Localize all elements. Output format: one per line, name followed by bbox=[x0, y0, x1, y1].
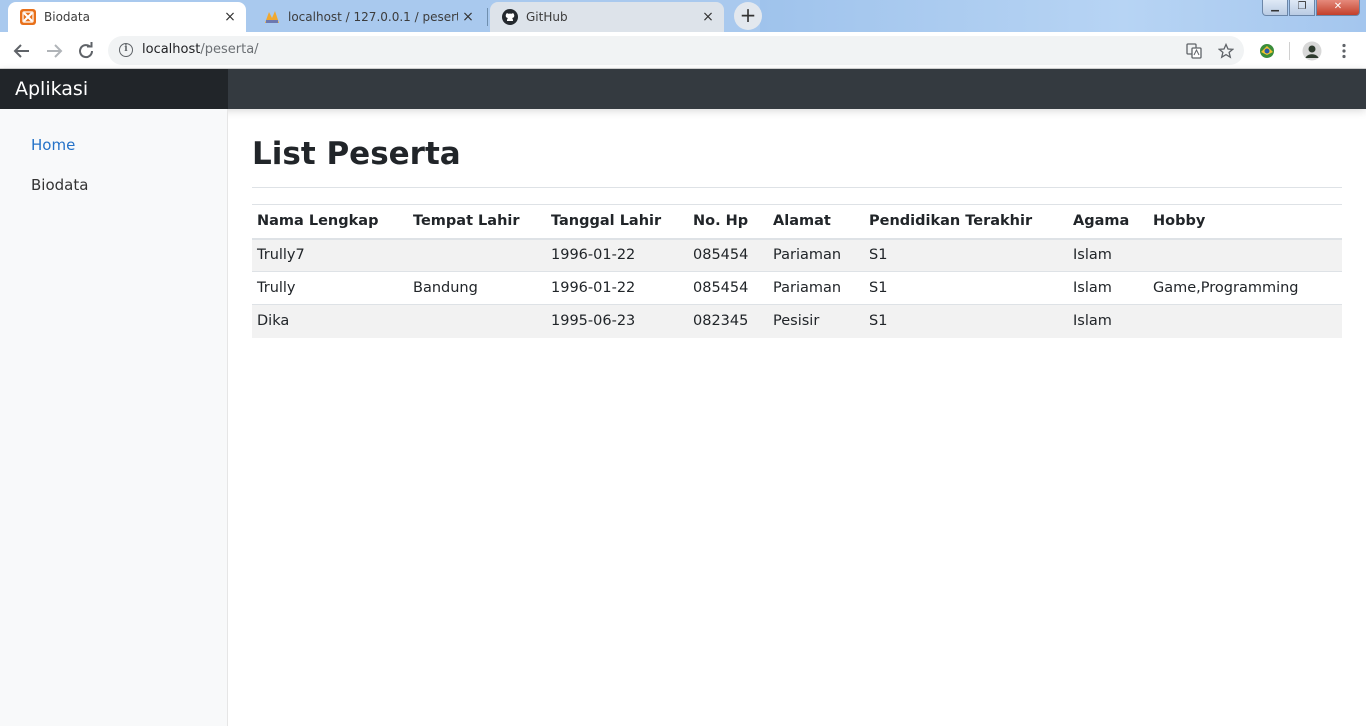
tab-biodata[interactable]: Biodata × bbox=[8, 2, 246, 32]
browser-tab-strip: Biodata × localhost / 127.0.0.1 / pesert… bbox=[0, 0, 1366, 32]
minimize-icon[interactable]: ▁ bbox=[1262, 0, 1288, 16]
column-header: Pendidikan Terakhir bbox=[864, 204, 1068, 240]
table-cell bbox=[408, 304, 546, 338]
address-bar[interactable]: i localhost/peserta/ bbox=[108, 36, 1244, 65]
url-path: /peserta/ bbox=[200, 42, 259, 57]
title-divider bbox=[252, 187, 1342, 188]
profile-avatar-icon[interactable] bbox=[1302, 41, 1322, 61]
peserta-table: Nama Lengkap Tempat Lahir Tanggal Lahir … bbox=[252, 204, 1342, 338]
column-header: No. Hp bbox=[688, 204, 768, 240]
table-cell: Pariaman bbox=[768, 271, 864, 305]
table-cell: S1 bbox=[864, 238, 1068, 272]
forward-arrow-icon[interactable] bbox=[42, 39, 66, 63]
tab-close-icon[interactable]: × bbox=[458, 7, 478, 27]
table-cell: Trully7 bbox=[252, 238, 408, 272]
sidebar-item-home[interactable]: Home bbox=[31, 136, 75, 154]
table-cell: Islam bbox=[1068, 304, 1148, 338]
tab-github[interactable]: GitHub × bbox=[490, 2, 724, 32]
table-cell: Trully bbox=[252, 271, 408, 305]
github-icon bbox=[502, 9, 518, 25]
tab-title: Biodata bbox=[44, 10, 90, 24]
table-row: Trully Bandung 1996-01-22 085454 Pariama… bbox=[252, 271, 1342, 305]
back-arrow-icon[interactable] bbox=[10, 39, 34, 63]
table-cell: Islam bbox=[1068, 238, 1148, 272]
browser-toolbar: i localhost/peserta/ bbox=[0, 32, 1366, 69]
table-cell: 1995-06-23 bbox=[546, 304, 688, 338]
tab-phpmyadmin[interactable]: localhost / 127.0.0.1 / peserta / b × bbox=[252, 2, 484, 32]
site-info-icon[interactable]: i bbox=[119, 43, 133, 57]
url-host: localhost bbox=[142, 42, 201, 57]
window-controls: ▁ ❐ ✕ bbox=[1261, 0, 1360, 16]
table-cell: Pesisir bbox=[768, 304, 864, 338]
table-cell: Dika bbox=[252, 304, 408, 338]
app-brand[interactable]: Aplikasi bbox=[0, 69, 228, 109]
table-cell: Bandung bbox=[408, 271, 546, 305]
tab-title: localhost / 127.0.0.1 / peserta / b bbox=[288, 10, 458, 24]
column-header: Agama bbox=[1068, 204, 1148, 240]
column-header: Tanggal Lahir bbox=[546, 204, 688, 240]
column-header: Nama Lengkap bbox=[252, 204, 408, 240]
table-cell bbox=[408, 238, 546, 272]
xampp-icon bbox=[20, 9, 36, 25]
table-cell: 1996-01-22 bbox=[546, 238, 688, 272]
column-header: Hobby bbox=[1148, 204, 1342, 240]
table-cell: 1996-01-22 bbox=[546, 271, 688, 305]
table-cell: S1 bbox=[864, 304, 1068, 338]
column-header: Alamat bbox=[768, 204, 864, 240]
tab-title: GitHub bbox=[526, 10, 568, 24]
table-cell: S1 bbox=[864, 271, 1068, 305]
table-cell: Pariaman bbox=[768, 238, 864, 272]
table-cell: 085454 bbox=[688, 271, 768, 305]
tab-close-icon[interactable]: × bbox=[698, 7, 718, 27]
bookmark-star-icon[interactable] bbox=[1217, 42, 1235, 59]
table-row: Dika 1995-06-23 082345 Pesisir S1 Islam bbox=[252, 304, 1342, 338]
restore-icon[interactable]: ❐ bbox=[1289, 0, 1315, 16]
app-navbar: Aplikasi bbox=[0, 69, 1366, 109]
table-row: Trully7 1996-01-22 085454 Pariaman S1 Is… bbox=[252, 238, 1342, 272]
page-title: List Peserta bbox=[252, 136, 461, 172]
translate-icon[interactable] bbox=[1186, 43, 1202, 59]
new-tab-button[interactable]: + bbox=[734, 2, 762, 30]
table-cell: 082345 bbox=[688, 304, 768, 338]
window-close-icon[interactable]: ✕ bbox=[1316, 0, 1360, 16]
tab-separator bbox=[487, 8, 488, 26]
toolbar-divider bbox=[1289, 42, 1290, 60]
column-header: Tempat Lahir bbox=[408, 204, 546, 240]
table-cell bbox=[1148, 304, 1342, 338]
table-cell: Islam bbox=[1068, 271, 1148, 305]
table-cell: 085454 bbox=[688, 238, 768, 272]
table-header-row: Nama Lengkap Tempat Lahir Tanggal Lahir … bbox=[252, 204, 1342, 240]
url-text: localhost/peserta/ bbox=[142, 42, 259, 57]
phpmyadmin-icon bbox=[264, 9, 280, 25]
browser-menu-icon[interactable] bbox=[1334, 41, 1354, 61]
extension-icon[interactable] bbox=[1257, 41, 1277, 61]
sidebar: Home Biodata bbox=[0, 109, 228, 726]
table-cell: Game,Programming bbox=[1148, 271, 1342, 305]
sidebar-item-biodata[interactable]: Biodata bbox=[31, 176, 88, 194]
table-cell bbox=[1148, 238, 1342, 272]
tab-close-icon[interactable]: × bbox=[220, 7, 240, 27]
reload-icon[interactable] bbox=[74, 39, 98, 63]
